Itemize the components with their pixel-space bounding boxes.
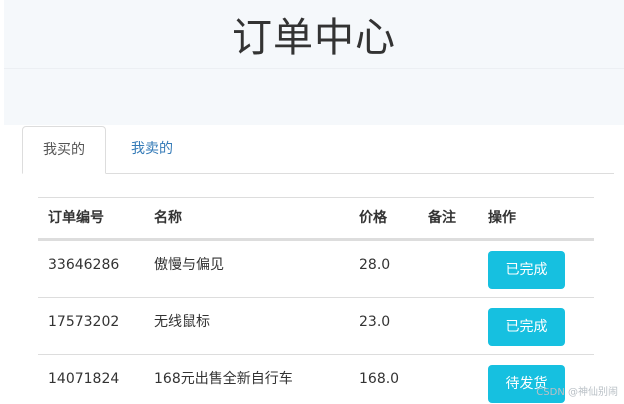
- orders-table: 订单编号 名称 价格 备注 操作 33646286 傲慢与偏见 28.0 已完成…: [38, 197, 594, 404]
- column-header-action: 操作: [488, 210, 516, 226]
- tab-sold[interactable]: 我卖的: [122, 126, 182, 173]
- table-row: 14071824 168元出售全新自行车 168.0 待发货: [38, 354, 594, 404]
- order-id-cell: 33646286: [48, 257, 120, 273]
- order-tabs: 我买的 我卖的: [22, 126, 614, 174]
- order-price-cell: 23.0: [359, 314, 391, 330]
- column-header-order-id: 订单编号: [48, 210, 104, 226]
- order-name-cell: 无线鼠标: [154, 314, 210, 330]
- column-header-name: 名称: [154, 210, 182, 226]
- watermark-text: CSDN @神仙别闹: [536, 387, 618, 398]
- order-id-cell: 14071824: [48, 371, 120, 387]
- order-name-cell: 168元出售全新自行车: [154, 371, 293, 387]
- table-row: 17573202 无线鼠标 23.0 已完成: [38, 297, 594, 354]
- column-header-price: 价格: [359, 210, 387, 226]
- tab-bought[interactable]: 我买的: [22, 126, 106, 174]
- order-price-cell: 28.0: [359, 257, 391, 273]
- hero-banner: 订单中心: [4, 0, 624, 68]
- order-status-button[interactable]: 已完成: [488, 251, 565, 289]
- table-row: 33646286 傲慢与偏见 28.0 已完成: [38, 240, 594, 297]
- order-name-cell: 傲慢与偏见: [154, 257, 224, 273]
- order-center-page: 订单中心 我买的 我卖的 订单编号 名称 价格 备注 操作 33646286 傲…: [0, 0, 624, 404]
- page-title: 订单中心: [232, 15, 396, 61]
- order-status-button[interactable]: 已完成: [488, 308, 565, 346]
- order-price-cell: 168.0: [359, 371, 400, 387]
- column-header-note: 备注: [428, 210, 456, 226]
- header-band: [4, 69, 624, 125]
- order-id-cell: 17573202: [48, 314, 120, 330]
- table-header-row: 订单编号 名称 价格 备注 操作: [38, 198, 594, 240]
